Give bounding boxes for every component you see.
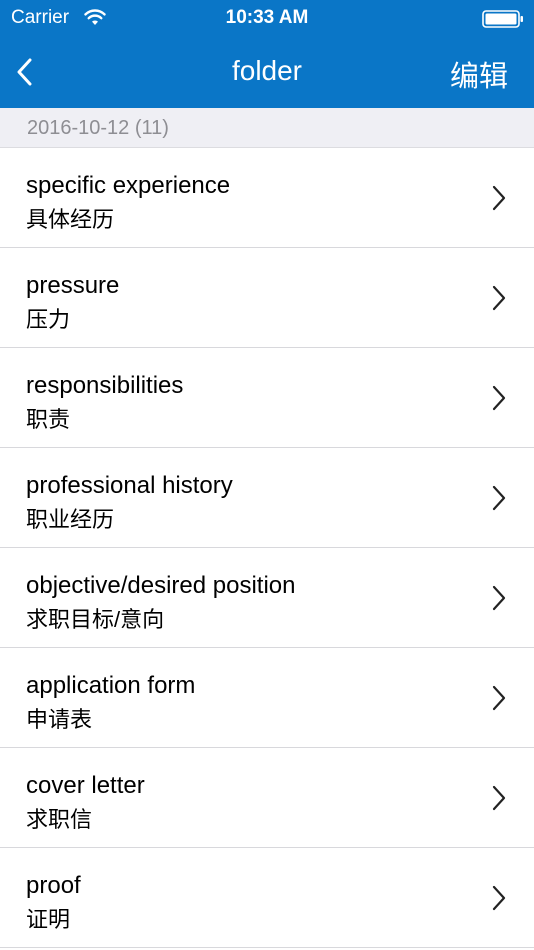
header: Carrier 10:33 AM folder 编辑 xyxy=(0,0,534,108)
list-item-english: professional history xyxy=(26,472,233,499)
status-bar: Carrier 10:33 AM xyxy=(0,0,534,38)
chevron-right-icon xyxy=(492,485,506,511)
chevron-right-icon xyxy=(492,285,506,311)
list-item[interactable]: professional history 职业经历 xyxy=(0,448,534,548)
section-header-date: 2016-10-12 (11) xyxy=(0,108,534,148)
chevron-right-icon xyxy=(492,885,506,911)
chevron-right-icon xyxy=(492,685,506,711)
list-item[interactable]: cover letter 求职信 xyxy=(0,748,534,848)
list-item-english: specific experience xyxy=(26,172,231,199)
list-item[interactable]: responsibilities 职责 xyxy=(0,348,534,448)
screen: Carrier 10:33 AM folder 编辑 2016-10-12 (1… xyxy=(0,0,534,950)
chevron-right-icon xyxy=(492,785,506,811)
chevron-right-icon xyxy=(492,185,506,211)
word-list: specific experience 具体经历 pressure 压力 res… xyxy=(0,148,534,948)
chevron-right-icon xyxy=(492,585,506,611)
list-item-english: responsibilities xyxy=(26,372,184,399)
list-item-chinese: 压力 xyxy=(26,307,71,332)
list-item[interactable]: application form 申请表 xyxy=(0,648,534,748)
list-item[interactable]: pressure 压力 xyxy=(0,248,534,348)
list-item[interactable]: proof 证明 xyxy=(0,848,534,948)
battery-icon xyxy=(482,10,523,28)
list-item-chinese: 具体经历 xyxy=(26,207,115,232)
list-item-english: objective/desired position xyxy=(26,572,296,599)
list-item-english: cover letter xyxy=(26,772,145,799)
chevron-right-icon xyxy=(492,385,506,411)
list-item-chinese: 证明 xyxy=(26,907,71,932)
list-item-english: application form xyxy=(26,672,196,699)
list-item-chinese: 职业经历 xyxy=(26,507,115,532)
list-item[interactable]: specific experience 具体经历 xyxy=(0,148,534,248)
list-item-english: pressure xyxy=(26,272,120,299)
list-item-english: proof xyxy=(26,872,81,899)
nav-bar: folder 编辑 xyxy=(0,38,534,108)
edit-button[interactable]: 编辑 xyxy=(450,53,508,95)
status-time: 10:33 AM xyxy=(225,7,309,28)
list-item-chinese: 求职信 xyxy=(26,807,93,832)
list-item-chinese: 职责 xyxy=(26,407,71,432)
list-item-chinese: 求职目标/意向 xyxy=(26,607,165,632)
list-item-chinese: 申请表 xyxy=(26,707,93,732)
list-item[interactable]: objective/desired position 求职目标/意向 xyxy=(0,548,534,648)
